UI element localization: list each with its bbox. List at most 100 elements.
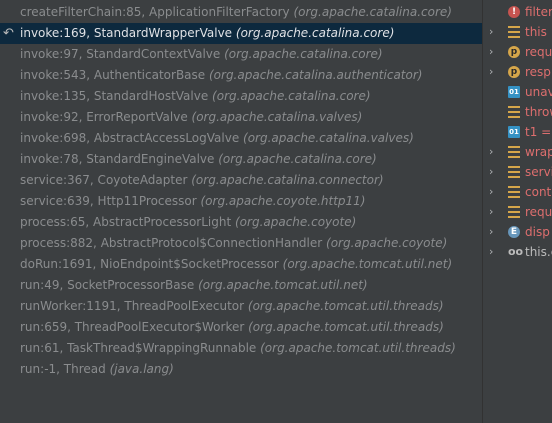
variable-name: throw [525, 105, 552, 119]
chevron-right-icon[interactable]: › [489, 162, 499, 182]
frame-method: process:882, AbstractProtocol$Connection… [20, 236, 327, 250]
object-icon [508, 206, 520, 218]
variable-row[interactable]: › servi [483, 162, 552, 182]
object-icon [508, 146, 520, 158]
frame-package: (org.apache.tomcat.util.threads) [247, 299, 444, 313]
frame-package: (org.apache.coyote) [326, 236, 448, 250]
stack-frame-row[interactable]: doRun:1691, NioEndpoint$SocketProcessor … [0, 254, 482, 275]
frame-method: service:639, Http11Processor [20, 194, 201, 208]
variable-row[interactable]: › requ [483, 202, 552, 222]
frame-method: invoke:92, ErrorReportValve [20, 110, 192, 124]
stack-frame-row[interactable]: invoke:97, StandardContextValve (org.apa… [0, 44, 482, 65]
frame-method: process:65, AbstractProcessorLight [20, 215, 235, 229]
variable-name: requ [525, 45, 552, 59]
chevron-right-icon[interactable]: › [489, 182, 499, 202]
stack-frame-row[interactable]: ↶ invoke:169, StandardWrapperValve (org.a… [0, 23, 482, 44]
frame-package: (org.apache.coyote.http11) [200, 194, 366, 208]
object-icon [508, 106, 520, 118]
stack-frame-row[interactable]: run:61, TaskThread$WrappingRunnable (org… [0, 338, 482, 359]
frame-method: service:367, CoyoteAdapter [20, 173, 192, 187]
frame-package: (org.apache.catalina.core) [293, 5, 452, 19]
chevron-right-icon[interactable]: › [489, 242, 499, 262]
variable-name: this.c [525, 245, 552, 259]
frame-package: (org.apache.catalina.core) [218, 152, 377, 166]
parameter-icon: p [508, 66, 520, 78]
chevron-right-icon[interactable]: › [489, 22, 499, 42]
object-icon [508, 26, 520, 38]
stack-frame-row[interactable]: invoke:92, ErrorReportValve (org.apache.… [0, 107, 482, 128]
frame-package: (org.apache.catalina.core) [235, 26, 395, 40]
frame-package: (org.apache.tomcat.util.threads) [260, 341, 456, 355]
frames-list: createFilterChain:85, ApplicationFilterF… [0, 0, 482, 423]
chevron-right-icon[interactable]: › [489, 42, 499, 62]
frame-method: invoke:97, StandardContextValve [20, 47, 225, 61]
chevron-right-icon[interactable]: › [489, 142, 499, 162]
stack-frame-row[interactable]: invoke:698, AbstractAccessLogValve (org.… [0, 128, 482, 149]
variable-row[interactable]: ! filter [483, 2, 552, 22]
parameter-icon: p [508, 46, 520, 58]
stack-frame-row[interactable]: process:65, AbstractProcessorLight (org.… [0, 212, 482, 233]
stack-frame-row[interactable]: invoke:543, AuthenticatorBase (org.apach… [0, 65, 482, 86]
frame-method: createFilterChain:85, ApplicationFilterF… [20, 5, 294, 19]
frame-method: invoke:135, StandardHostValve [20, 89, 213, 103]
stack-frame-row[interactable]: run:49, SocketProcessorBase (org.apache.… [0, 275, 482, 296]
frame-method: run:659, ThreadPoolExecutor$Worker [20, 320, 249, 334]
object-icon [508, 166, 520, 178]
variable-name: filter [525, 5, 552, 19]
frame-package: (org.apache.catalina.authenticator) [208, 68, 423, 82]
variables-panel: !filter›this =›prequ›presp01unavthrow01t… [483, 0, 552, 423]
stack-frame-row[interactable]: run:659, ThreadPoolExecutor$Worker (org.… [0, 317, 482, 338]
object-icon [508, 186, 520, 198]
frame-method: invoke:698, AbstractAccessLogValve [20, 131, 244, 145]
variable-row[interactable]: › this = [483, 22, 552, 42]
chevron-right-icon[interactable]: › [489, 62, 499, 82]
variable-row[interactable]: 01 unav [483, 82, 552, 102]
variable-name: servi [525, 165, 552, 179]
frame-package: (java.lang) [109, 362, 174, 376]
frame-package: (org.apache.catalina.valves) [191, 110, 363, 124]
chevron-right-icon[interactable]: › [489, 202, 499, 222]
variable-row[interactable]: throw [483, 102, 552, 122]
stack-frame-row[interactable]: createFilterChain:85, ApplicationFilterF… [0, 2, 482, 23]
stack-frame-row[interactable]: runWorker:1191, ThreadPoolExecutor (org.… [0, 296, 482, 317]
variable-row[interactable]: › p requ [483, 42, 552, 62]
variable-row[interactable]: 01 t1 = [483, 122, 552, 142]
frame-method: run:61, TaskThread$WrappingRunnable [20, 341, 261, 355]
frame-package: (org.apache.tomcat.util.net) [282, 257, 453, 271]
stack-frame-row[interactable]: invoke:78, StandardEngineValve (org.apac… [0, 149, 482, 170]
primitive-icon: 01 [508, 86, 520, 98]
frame-package: (org.apache.tomcat.util.net) [198, 278, 368, 292]
frame-method: run:49, SocketProcessorBase [20, 278, 199, 292]
variable-row[interactable]: › Edisp [483, 222, 552, 242]
chevron-right-icon[interactable]: › [489, 222, 499, 242]
variable-name: this = [525, 25, 552, 39]
frame-package: (org.apache.catalina.valves) [243, 131, 414, 145]
variable-name: disp [525, 225, 550, 239]
variable-row[interactable]: › oothis.c [483, 242, 552, 262]
enum-icon: E [508, 226, 520, 238]
variable-name: t1 = [525, 125, 552, 139]
frame-package: (org.apache.catalina.core) [224, 47, 383, 61]
variable-name: wrap [525, 145, 552, 159]
variable-name: requ [525, 205, 552, 219]
variable-name: unav [525, 85, 552, 99]
stack-frame-row[interactable]: run:-1, Thread (java.lang) [0, 359, 482, 380]
variable-row[interactable]: › p resp [483, 62, 552, 82]
error-icon: ! [508, 6, 520, 18]
stack-frame-row[interactable]: process:882, AbstractProtocol$Connection… [0, 233, 482, 254]
variable-name: resp [525, 65, 551, 79]
frame-method: invoke:543, AuthenticatorBase [20, 68, 209, 82]
stack-frame-row[interactable]: service:367, CoyoteAdapter (org.apache.c… [0, 170, 482, 191]
frame-package: (org.apache.catalina.core) [212, 89, 371, 103]
stack-frame-row[interactable]: invoke:135, StandardHostValve (org.apach… [0, 86, 482, 107]
frame-package: (org.apache.catalina.connector) [191, 173, 384, 187]
frame-method: invoke:169, StandardWrapperValve [20, 26, 236, 40]
variable-name: conte [525, 185, 552, 199]
variable-row[interactable]: › wrap [483, 142, 552, 162]
frame-package: (org.apache.coyote) [235, 215, 357, 229]
stack-frame-row[interactable]: service:639, Http11Processor (org.apache… [0, 191, 482, 212]
frame-method: runWorker:1191, ThreadPoolExecutor [20, 299, 248, 313]
primitive-icon: 01 [508, 126, 520, 138]
frame-package: (org.apache.tomcat.util.threads) [248, 320, 444, 334]
variable-row[interactable]: › conte [483, 182, 552, 202]
